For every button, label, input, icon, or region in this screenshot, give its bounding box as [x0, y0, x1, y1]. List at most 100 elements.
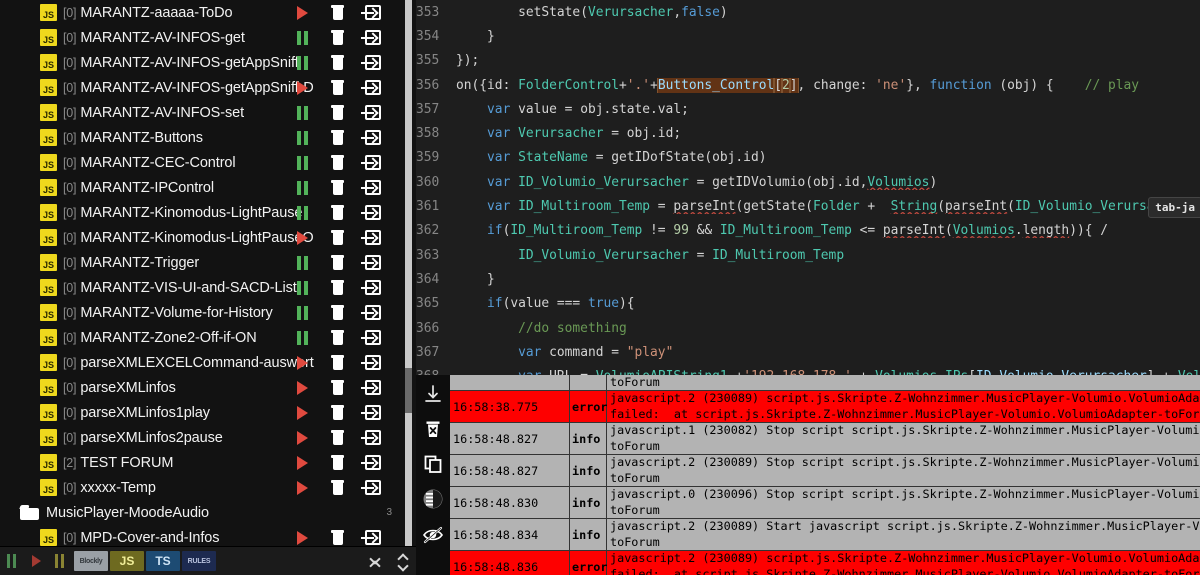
delete-script-icon[interactable]	[320, 300, 355, 325]
export-script-icon[interactable]	[355, 0, 390, 25]
script-tree[interactable]: JS [0] MARANTZ-aaaaa-ToDo JS [0] MARANTZ-AV-I…	[0, 0, 416, 547]
delete-script-icon[interactable]	[320, 25, 355, 50]
list-item[interactable]: JS [0] MARANTZ-Buttons	[0, 125, 416, 150]
run-script-icon[interactable]	[285, 350, 320, 375]
pause-script-icon[interactable]	[285, 250, 320, 275]
scroll-to-bottom-icon[interactable]	[420, 381, 446, 407]
code-line[interactable]: 365 if(value === true){	[416, 292, 1200, 316]
delete-script-icon[interactable]	[320, 475, 355, 500]
delete-script-icon[interactable]	[320, 125, 355, 150]
code-line[interactable]: 356 on({id: FolderControl+'.'+Buttons_Con…	[416, 73, 1200, 97]
pause-group-icon[interactable]	[48, 547, 72, 575]
code-line[interactable]: 359 var StateName = getIDofState(obj.id)	[416, 146, 1200, 170]
export-script-icon[interactable]	[355, 100, 390, 125]
list-item[interactable]: JS [0] xxxxx-Temp	[0, 475, 416, 500]
export-script-icon[interactable]	[355, 475, 390, 500]
run-script-icon[interactable]	[285, 225, 320, 250]
code-line[interactable]: 367 var command = "play"	[416, 340, 1200, 364]
delete-script-icon[interactable]	[320, 400, 355, 425]
list-item[interactable]: JS [0] MARANTZ-AV-INFOS-getAppSniff	[0, 50, 416, 75]
export-script-icon[interactable]	[355, 275, 390, 300]
filter-ts-badge[interactable]: TS	[146, 551, 180, 571]
export-script-icon[interactable]	[355, 225, 390, 250]
run-script-icon[interactable]	[285, 400, 320, 425]
list-item[interactable]: JS [0] MARANTZ-IPControl	[0, 175, 416, 200]
filter-rules-badge[interactable]: RULES	[182, 551, 216, 571]
code-line[interactable]: 354 }	[416, 24, 1200, 48]
pause-script-icon[interactable]	[285, 175, 320, 200]
delete-script-icon[interactable]	[320, 425, 355, 450]
pause-script-icon[interactable]	[285, 200, 320, 225]
export-script-icon[interactable]	[355, 50, 390, 75]
log-table[interactable]: toForum 16:58:38.775 error javascript.2 (23…	[450, 375, 1200, 575]
sidebar-scrollbar-track[interactable]	[405, 0, 414, 547]
code-line[interactable]: 362 if(ID_Multiroom_Temp != 99 && ID_Mul…	[416, 219, 1200, 243]
code-line[interactable]: 364 }	[416, 267, 1200, 291]
sidebar-scrollbar-thumb-secondary[interactable]	[405, 368, 412, 413]
code-line[interactable]: 355});	[416, 49, 1200, 73]
delete-script-icon[interactable]	[320, 250, 355, 275]
sidebar-scrollbar-thumb[interactable]	[405, 0, 412, 368]
delete-script-icon[interactable]	[320, 0, 355, 25]
code-editor[interactable]: 353 setState(Verursacher,false) 354 } 355}…	[416, 0, 1200, 375]
code-line[interactable]: 357 var value = obj.state.val;	[416, 97, 1200, 121]
export-script-icon[interactable]	[355, 25, 390, 50]
export-script-icon[interactable]	[355, 450, 390, 475]
code-line[interactable]: 368 var URL = VolumioAPIString1 +'192.16…	[416, 364, 1200, 375]
list-item[interactable]: JS [0] MARANTZ-Kinomodus-LightPause	[0, 200, 416, 225]
log-row[interactable]: 16:58:48.834 info javascript.2 (230089) St…	[450, 519, 1200, 551]
pause-script-icon[interactable]	[285, 300, 320, 325]
list-item[interactable]: JS [0] MARANTZ-Trigger	[0, 250, 416, 275]
filter-js-badge[interactable]: JS	[110, 551, 144, 571]
list-item[interactable]: JS [0] MARANTZ-AV-INFOS-get	[0, 25, 416, 50]
delete-script-icon[interactable]	[320, 150, 355, 175]
pause-script-icon[interactable]	[285, 275, 320, 300]
delete-script-icon[interactable]	[320, 350, 355, 375]
list-item[interactable]: JS [0] parseXMLEXCELCommand-auswert	[0, 350, 416, 375]
export-script-icon[interactable]	[355, 375, 390, 400]
delete-script-icon[interactable]	[320, 175, 355, 200]
pause-script-icon[interactable]	[285, 100, 320, 125]
list-item[interactable]: JS [2] TEST FORUM	[0, 450, 416, 475]
run-all-icon[interactable]	[24, 547, 48, 575]
code-line[interactable]: 366 //do something	[416, 316, 1200, 340]
run-script-icon[interactable]	[285, 425, 320, 450]
expand-all-icon[interactable]	[394, 549, 412, 573]
run-script-icon[interactable]	[285, 450, 320, 475]
code-line[interactable]: 353 setState(Verursacher,false)	[416, 0, 1200, 24]
layout-toggle-icon[interactable]	[420, 486, 446, 512]
list-item[interactable]: JS [0] MARANTZ-AV-INFOS-set	[0, 100, 416, 125]
log-row[interactable]: 16:58:48.827 info javascript.2 (230089) St…	[450, 455, 1200, 487]
delete-script-icon[interactable]	[320, 325, 355, 350]
export-script-icon[interactable]	[355, 525, 390, 547]
list-item[interactable]: JS [0] parseXMLinfos1play	[0, 400, 416, 425]
list-item[interactable]: JS [0] parseXMLinfos	[0, 375, 416, 400]
filter-blockly-badge[interactable]: Blockly	[74, 551, 108, 571]
export-script-icon[interactable]	[355, 200, 390, 225]
export-script-icon[interactable]	[355, 350, 390, 375]
export-script-icon[interactable]	[355, 175, 390, 200]
code-line[interactable]: 361 var ID_Multiroom_Temp = parseInt(get…	[416, 194, 1200, 218]
code-line[interactable]: 358 var Verursacher = obj.id;	[416, 121, 1200, 145]
pause-all-icon[interactable]	[0, 547, 24, 575]
export-script-icon[interactable]	[355, 400, 390, 425]
export-script-icon[interactable]	[355, 250, 390, 275]
run-script-icon[interactable]	[285, 375, 320, 400]
pause-script-icon[interactable]	[285, 125, 320, 150]
log-row[interactable]: toForum	[450, 375, 1200, 391]
delete-script-icon[interactable]	[320, 75, 355, 100]
export-script-icon[interactable]	[355, 425, 390, 450]
pause-script-icon[interactable]	[285, 150, 320, 175]
delete-script-icon[interactable]	[320, 450, 355, 475]
list-item[interactable]: JS [0] MARANTZ-aaaaa-ToDo	[0, 0, 416, 25]
run-script-icon[interactable]	[285, 525, 320, 547]
delete-script-icon[interactable]	[320, 525, 355, 547]
export-script-icon[interactable]	[355, 150, 390, 175]
pause-script-icon[interactable]	[285, 25, 320, 50]
list-item[interactable]: JS [0] MARANTZ-Zone2-Off-if-ON	[0, 325, 416, 350]
list-item[interactable]: JS [0] MARANTZ-AV-INFOS-getAppSniff-D	[0, 75, 416, 100]
code-line[interactable]: 363 ID_Volumio_Verursacher = ID_Multiroo…	[416, 243, 1200, 267]
list-item[interactable]: JS [0] MARANTZ-Volume-for-History	[0, 300, 416, 325]
export-script-icon[interactable]	[355, 125, 390, 150]
delete-script-icon[interactable]	[320, 100, 355, 125]
